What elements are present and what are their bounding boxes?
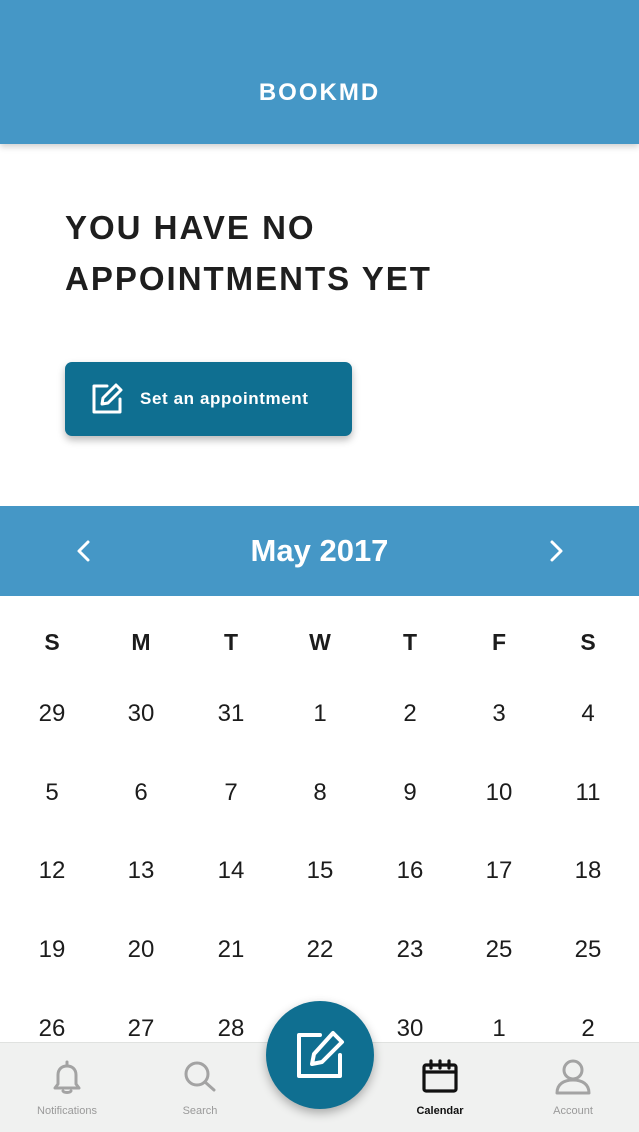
new-appointment-fab[interactable] xyxy=(266,1001,374,1109)
calendar-icon xyxy=(422,1059,458,1093)
calendar-day[interactable]: 18 xyxy=(543,851,633,891)
calendar-week-row: 29 30 31 1 2 3 4 xyxy=(0,694,639,734)
weekday-monday: M xyxy=(131,629,151,655)
app-header: BOOKMD xyxy=(0,0,639,144)
calendar-header: May 2017 xyxy=(0,506,639,596)
calendar-day[interactable]: 17 xyxy=(454,851,544,891)
edit-icon xyxy=(297,1031,344,1078)
calendar-day[interactable]: 10 xyxy=(454,773,544,813)
tab-search-label: Search xyxy=(182,1105,218,1117)
user-icon xyxy=(555,1059,591,1095)
calendar-day[interactable]: 11 xyxy=(543,773,633,813)
tab-notifications[interactable]: Notifications xyxy=(7,1043,127,1132)
calendar-day[interactable]: 21 xyxy=(186,930,276,970)
calendar-day[interactable]: 15 xyxy=(275,851,365,891)
calendar-day[interactable]: 30 xyxy=(96,694,186,734)
weekday-header-row: S M T W T F S xyxy=(0,622,639,662)
calendar-day[interactable]: 5 xyxy=(7,773,97,813)
set-appointment-label: Set an appointment xyxy=(140,389,309,408)
weekday-friday: F xyxy=(491,629,507,655)
calendar-day[interactable]: 23 xyxy=(365,930,455,970)
search-icon xyxy=(184,1061,216,1092)
calendar-day[interactable]: 4 xyxy=(543,694,633,734)
calendar-day[interactable]: 1 xyxy=(275,694,365,734)
edit-icon xyxy=(92,383,123,414)
set-appointment-button[interactable]: Set an appointment xyxy=(65,362,352,436)
calendar-day[interactable]: 29 xyxy=(7,694,97,734)
calendar-day[interactable]: 6 xyxy=(96,773,186,813)
bell-icon xyxy=(53,1060,81,1094)
tab-calendar[interactable]: Calendar xyxy=(380,1043,500,1132)
calendar-day[interactable]: 19 xyxy=(7,930,97,970)
calendar-day[interactable]: 13 xyxy=(96,851,186,891)
calendar-day[interactable]: 14 xyxy=(186,851,276,891)
tab-account-label: Account xyxy=(553,1105,593,1117)
weekday-wednesday: W xyxy=(309,629,331,655)
empty-state-title-line1: YOU HAVE NO xyxy=(65,209,316,246)
calendar-day[interactable]: 8 xyxy=(275,773,365,813)
tab-calendar-label: Calendar xyxy=(416,1105,464,1117)
calendar-day[interactable]: 3 xyxy=(454,694,544,734)
weekday-sunday: S xyxy=(44,629,60,655)
calendar-week-row: 19 20 21 22 23 25 25 xyxy=(0,930,639,970)
weekday-saturday: S xyxy=(580,629,596,655)
calendar-day[interactable]: 25 xyxy=(543,930,633,970)
app-title: BOOKMD xyxy=(258,79,381,106)
empty-state-title-line2: APPOINTMENTS YET xyxy=(65,260,432,297)
calendar-day[interactable]: 9 xyxy=(365,773,455,813)
chevron-left-icon[interactable] xyxy=(64,531,104,571)
calendar-day[interactable]: 31 xyxy=(186,694,276,734)
calendar-day[interactable]: 25 xyxy=(454,930,544,970)
chevron-right-icon[interactable] xyxy=(536,531,576,571)
calendar-day[interactable]: 2 xyxy=(365,694,455,734)
weekday-thursday: T xyxy=(402,629,418,655)
calendar-week-row: 5 6 7 8 9 10 11 xyxy=(0,773,639,813)
calendar-week-row: 12 13 14 15 16 17 18 xyxy=(0,851,639,891)
empty-state-title: YOU HAVE NO APPOINTMENTS YET xyxy=(65,202,585,304)
calendar-day[interactable]: 22 xyxy=(275,930,365,970)
tab-account[interactable]: Account xyxy=(513,1043,633,1132)
calendar-day[interactable]: 7 xyxy=(186,773,276,813)
calendar-day[interactable]: 12 xyxy=(7,851,97,891)
weekday-tuesday: T xyxy=(223,629,239,655)
tab-search[interactable]: Search xyxy=(140,1043,260,1132)
calendar-day[interactable]: 20 xyxy=(96,930,186,970)
tab-notifications-label: Notifications xyxy=(37,1105,97,1117)
calendar-day[interactable]: 16 xyxy=(365,851,455,891)
